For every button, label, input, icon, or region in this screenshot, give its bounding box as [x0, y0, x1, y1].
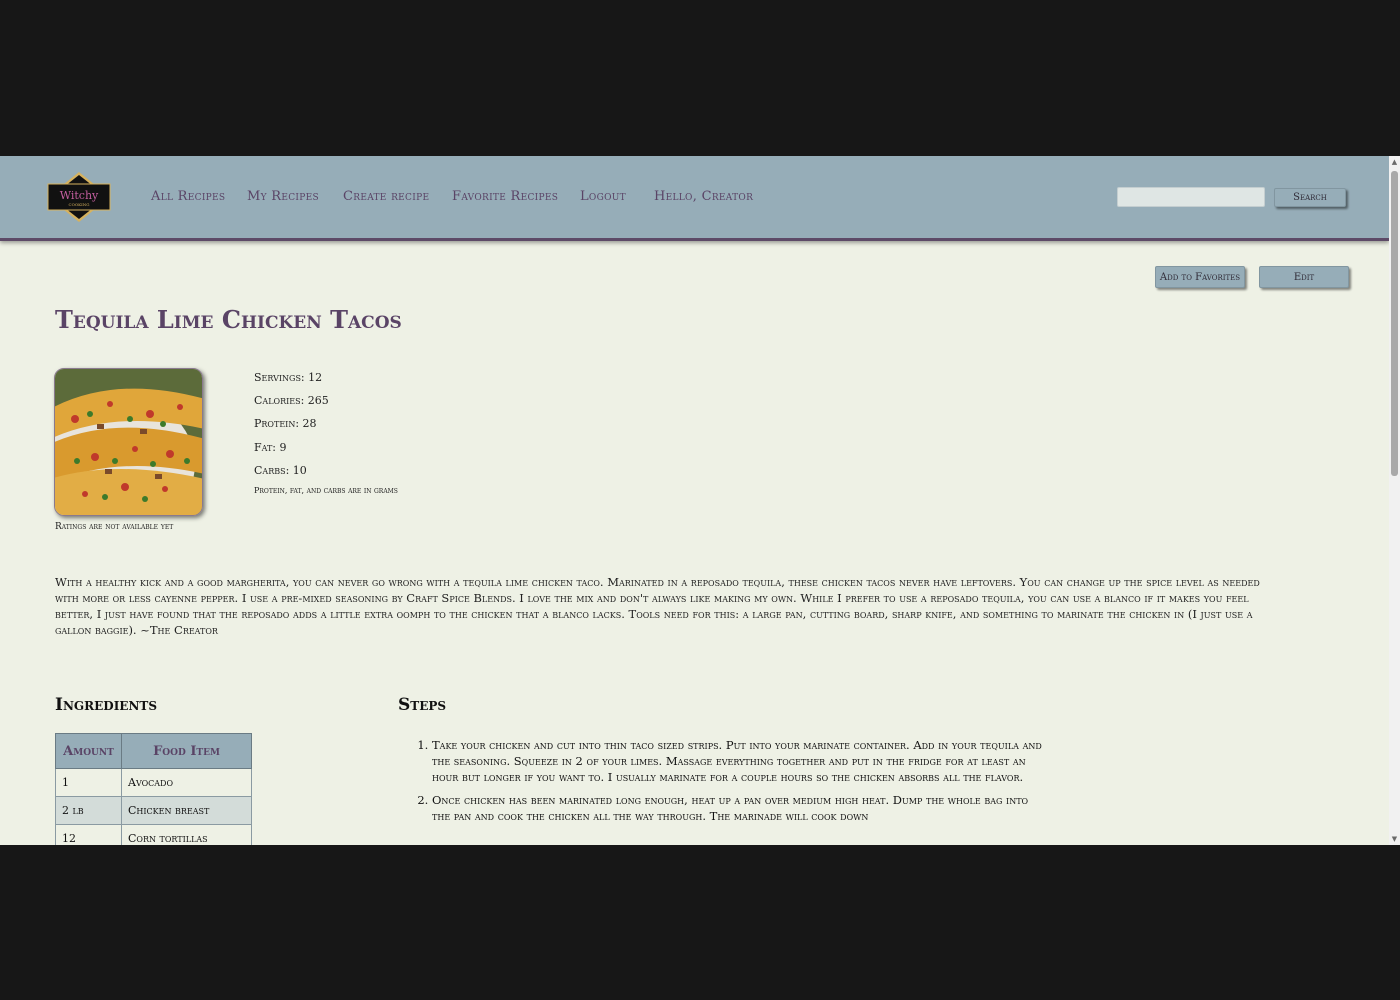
stat-servings: Servings: 12: [254, 371, 323, 384]
step-item: Take your chicken and cut into thin taco…: [432, 737, 1042, 785]
add-to-favorites-button[interactable]: Add to Favorites: [1155, 266, 1245, 288]
ingredient-item: Corn tortillas: [121, 824, 252, 845]
search-input[interactable]: [1117, 187, 1265, 207]
stat-fat: Fat: 9: [254, 441, 287, 454]
step-item: Once chicken has been marinated long eno…: [432, 792, 1042, 824]
recipe-title: Tequila Lime Chicken Tacos: [55, 305, 402, 334]
edit-button[interactable]: Edit: [1259, 266, 1349, 288]
table-header-row: Amount Food Item: [55, 733, 252, 769]
nav-hello-user[interactable]: Hello, Creator: [654, 189, 753, 204]
nav-all-recipes[interactable]: All Recipes: [151, 189, 225, 204]
stat-carbs: Carbs: 10: [254, 464, 307, 477]
browser-viewport: Witchy COOKING All Recipes My Recipes Cr…: [0, 156, 1400, 845]
scroll-down-arrow-icon[interactable]: ▼: [1391, 835, 1398, 843]
nav-favorite-recipes[interactable]: Favorite Recipes: [452, 189, 558, 204]
vertical-scrollbar[interactable]: ▲ ▼: [1389, 156, 1400, 845]
nav-create-recipe[interactable]: Create recipe: [343, 189, 429, 204]
ingredient-amount: 2 lb: [55, 796, 122, 825]
logo-subtext: COOKING: [69, 202, 90, 207]
logo-diamond-icon: Witchy COOKING: [47, 172, 111, 222]
logo-text: Witchy: [60, 189, 99, 202]
stat-protein: Protein: 28: [254, 417, 317, 430]
ingredient-item: Chicken breast: [121, 796, 252, 825]
nav-logout[interactable]: Logout: [580, 189, 626, 204]
ingredient-amount: 1: [55, 768, 122, 797]
steps-heading: Steps: [398, 695, 447, 715]
column-header-amount: Amount: [55, 733, 122, 769]
ingredients-heading: Ingredients: [55, 695, 158, 715]
stat-calories: Calories: 265: [254, 394, 329, 407]
steps-list: Take your chicken and cut into thin taco…: [412, 737, 1042, 831]
ingredient-amount: 12: [55, 824, 122, 845]
navbar: Witchy COOKING All Recipes My Recipes Cr…: [0, 156, 1389, 241]
search-button[interactable]: Search: [1274, 188, 1346, 207]
recipe-photo: [54, 368, 203, 516]
table-row: 12 Corn tortillas: [55, 824, 252, 845]
ingredient-item: Avocado: [121, 768, 252, 797]
recipe-description: With a healthy kick and a good margherit…: [55, 575, 1260, 637]
scroll-up-arrow-icon[interactable]: ▲: [1391, 158, 1398, 166]
ingredients-table: Amount Food Item 1 Avocado 2 lb Chicken …: [55, 733, 252, 845]
scrollbar-thumb[interactable]: [1391, 171, 1398, 476]
site-logo[interactable]: Witchy COOKING: [47, 171, 111, 223]
column-header-food-item: Food Item: [121, 733, 252, 769]
table-row: 2 lb Chicken breast: [55, 796, 252, 825]
stat-units-note: Protein, fat, and carbs are in grams: [254, 486, 398, 495]
table-row: 1 Avocado: [55, 768, 252, 797]
ratings-note: Ratings are not available yet: [55, 522, 174, 532]
nav-my-recipes[interactable]: My Recipes: [247, 189, 319, 204]
taco-image-icon: [55, 369, 202, 515]
